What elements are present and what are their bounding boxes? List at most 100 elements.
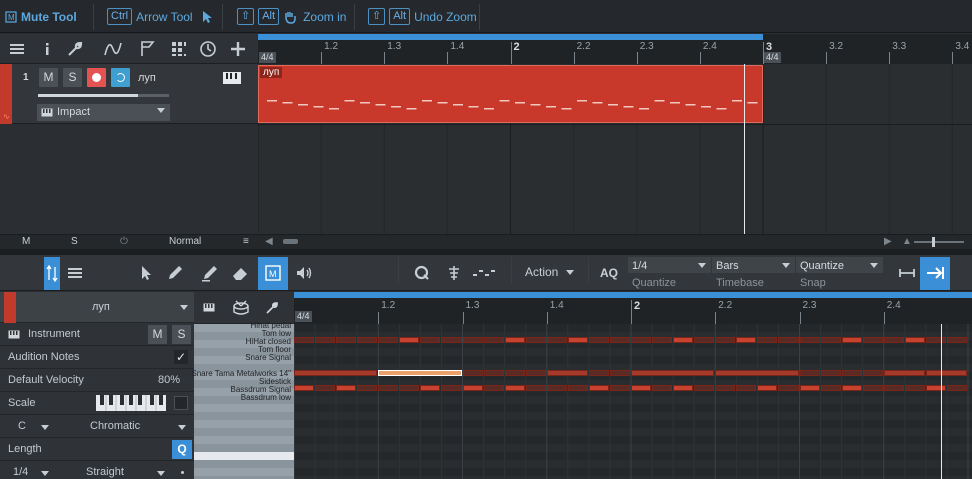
drum-note[interactable] (799, 370, 820, 377)
drum-note[interactable] (778, 336, 799, 343)
autoscroll-button[interactable] (920, 257, 950, 290)
paint-tool-icon[interactable] (201, 264, 219, 282)
drum-note[interactable] (862, 336, 883, 343)
step-record-icon[interactable] (472, 264, 498, 282)
drum-note[interactable] (799, 336, 820, 343)
drum-note[interactable] (736, 384, 757, 391)
drum-note[interactable] (883, 336, 904, 343)
global-solo-button[interactable]: S (71, 236, 78, 247)
editor-ruler[interactable]: 1.2 1.3 1.4 2 2.2 2.3 2.4 4/4 (294, 292, 972, 324)
volume-slider[interactable] (38, 94, 169, 97)
drum-note[interactable] (694, 384, 715, 391)
drum-note[interactable] (799, 384, 820, 391)
grid-dots-icon[interactable] (170, 40, 188, 58)
scale-root-select[interactable]: C (18, 420, 26, 432)
drum-note[interactable] (925, 370, 967, 377)
scale-type-select[interactable]: Chromatic (90, 420, 140, 432)
drum-note[interactable] (525, 370, 546, 377)
length-value-select[interactable]: 1/4 (13, 466, 28, 478)
drum-note[interactable] (504, 336, 525, 343)
mode-select[interactable]: Normal (169, 236, 201, 247)
drum-note[interactable] (420, 384, 441, 391)
drum-note[interactable] (652, 336, 673, 343)
drum-note[interactable] (904, 336, 925, 343)
drum-note[interactable] (946, 384, 967, 391)
drum-note[interactable] (673, 336, 694, 343)
drum-note[interactable] (609, 384, 630, 391)
automation-curve-icon[interactable] (104, 40, 122, 58)
editor-loop-range[interactable] (294, 292, 972, 298)
drum-note[interactable] (483, 370, 504, 377)
drum-note[interactable] (757, 384, 778, 391)
drum-note[interactable] (631, 384, 652, 391)
track-color-strip[interactable] (4, 292, 16, 323)
drum-note[interactable] (336, 336, 357, 343)
drum-note[interactable] (525, 384, 546, 391)
snap-select[interactable]: Quantize Snap (796, 257, 883, 290)
inspector-solo-button[interactable]: S (172, 325, 191, 344)
clock-icon[interactable] (199, 40, 217, 58)
drum-note[interactable] (609, 370, 630, 377)
drum-note[interactable] (757, 336, 778, 343)
drum-note[interactable] (567, 384, 588, 391)
drum-note[interactable] (315, 384, 336, 391)
drum-note[interactable] (904, 384, 925, 391)
instrument-select[interactable]: Impact (37, 104, 170, 121)
drum-note[interactable] (546, 384, 567, 391)
track-name[interactable]: луп (138, 72, 156, 84)
drum-note[interactable] (294, 336, 315, 343)
drum-note[interactable] (588, 336, 609, 343)
drum-note[interactable] (483, 336, 504, 343)
drum-name[interactable]: Snare Signal (245, 353, 291, 362)
drum-note[interactable] (378, 370, 462, 377)
drum-note[interactable] (462, 384, 483, 391)
zoom-out-icon[interactable]: ▲ (902, 236, 912, 247)
info-icon[interactable] (38, 40, 56, 58)
drum-note[interactable] (925, 336, 946, 343)
speaker-icon[interactable] (295, 264, 313, 282)
drum-note[interactable] (504, 370, 525, 377)
track-solo-button[interactable]: S (63, 68, 82, 87)
action-menu[interactable]: Action (525, 265, 574, 279)
drum-note[interactable] (483, 384, 504, 391)
horizontal-scrollbar[interactable] (283, 239, 298, 244)
drum-note[interactable] (631, 370, 715, 377)
chevron-down-icon[interactable] (180, 305, 188, 310)
drum-note[interactable] (715, 384, 736, 391)
aq-button[interactable]: AQ (600, 266, 618, 280)
arrow-tool-icon[interactable] (137, 264, 155, 282)
drum-note-grid[interactable] (294, 324, 972, 479)
loop-range[interactable] (258, 34, 763, 40)
drum-note[interactable] (694, 336, 715, 343)
audition-notes-checkbox[interactable]: ✓ (174, 350, 188, 364)
zoom-slider[interactable] (914, 237, 964, 247)
quantize-q-icon[interactable] (413, 264, 431, 282)
drum-note[interactable] (631, 336, 652, 343)
wrench-icon[interactable] (66, 40, 84, 58)
drum-note[interactable] (883, 384, 904, 391)
chevron-down-icon[interactable] (41, 425, 49, 430)
drum-note[interactable] (820, 384, 841, 391)
drum-note[interactable] (841, 384, 862, 391)
drum-note[interactable] (715, 370, 799, 377)
drum-note[interactable] (588, 384, 609, 391)
list-icon[interactable] (66, 264, 84, 282)
chevron-down-icon[interactable] (157, 471, 165, 476)
drum-icon[interactable] (232, 300, 250, 316)
drum-note[interactable] (673, 384, 694, 391)
drum-note[interactable] (399, 336, 420, 343)
drum-note[interactable] (357, 336, 378, 343)
drum-note[interactable] (883, 370, 925, 377)
drum-note[interactable] (294, 370, 378, 377)
inspector-track-header[interactable]: луп (0, 292, 194, 323)
arranger-ruler[interactable]: 1.2 1.3 1.4 2 2.2 2.3 2.4 3 3.2 3.3 3.4 4/4 4/4 (258, 34, 972, 64)
monitor-button[interactable] (111, 68, 130, 87)
drum-note[interactable] (946, 336, 967, 343)
pencil-icon[interactable] (166, 264, 184, 282)
list-icon[interactable] (8, 40, 26, 58)
wrench-icon[interactable] (265, 301, 279, 315)
keyboard-icon[interactable] (203, 303, 215, 312)
chevron-down-icon[interactable] (178, 425, 186, 430)
drum-note[interactable] (357, 384, 378, 391)
drum-note[interactable] (399, 384, 420, 391)
